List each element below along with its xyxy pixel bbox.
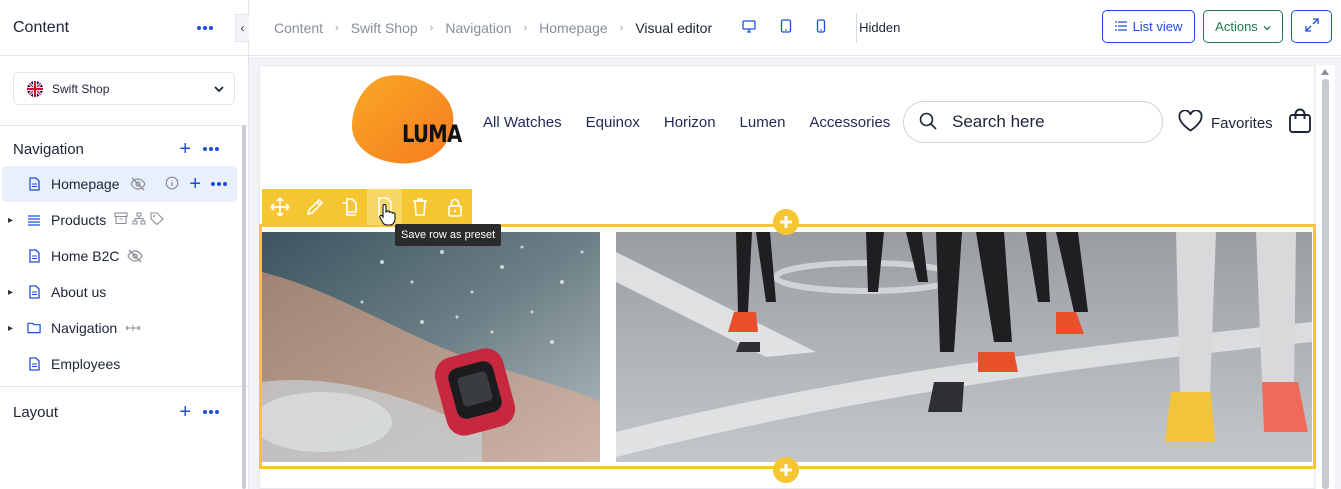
navigation-section-label: Navigation (13, 140, 84, 158)
fullscreen-button[interactable] (1291, 10, 1332, 43)
sidebar-title: Content (13, 18, 70, 36)
breadcrumb-item[interactable]: Homepage (539, 20, 608, 36)
nav-item-products[interactable]: ▸ Products (0, 202, 248, 238)
breadcrumb-current: Visual editor (635, 19, 713, 36)
search-icon (918, 111, 938, 134)
move-icon[interactable] (262, 189, 297, 225)
expand-icon (1304, 18, 1319, 35)
row-toolbar (262, 189, 472, 225)
nav-item-employees[interactable]: Employees (0, 346, 248, 382)
breadcrumb-item[interactable]: Content (274, 20, 323, 36)
heart-icon (1178, 109, 1203, 136)
move-horizontal-icon (125, 323, 141, 333)
tag-icon (150, 212, 165, 228)
desktop-icon[interactable] (742, 19, 756, 36)
layout-section-label: Layout (13, 403, 59, 421)
page-icon (27, 285, 41, 299)
sidebar: Content ‹ Swift Shop Navigation + Homepa… (0, 0, 249, 489)
menu-item-accessories[interactable]: Accessories (809, 114, 890, 131)
content-more-button[interactable] (197, 25, 213, 30)
logo-text: LUMA (402, 120, 462, 148)
sidebar-scrollbar[interactable] (242, 125, 246, 489)
folder-icon (27, 321, 41, 335)
layout-more-button[interactable] (203, 410, 219, 414)
shopping-bag-icon[interactable] (1288, 108, 1312, 137)
actions-label: Actions (1215, 19, 1258, 34)
homepage-more-button[interactable] (211, 182, 227, 186)
tablet-icon[interactable] (780, 19, 792, 36)
nav-item-label: About us (51, 284, 107, 300)
info-icon[interactable] (165, 176, 179, 193)
eye-off-icon (129, 177, 146, 191)
device-switcher (742, 19, 826, 36)
page-icon (27, 357, 41, 371)
mobile-icon[interactable] (816, 19, 826, 36)
nav-item-label: Home B2C (51, 248, 120, 264)
page-icon (27, 177, 41, 191)
nav-item-homepage[interactable]: Homepage + (2, 166, 237, 202)
site-logo[interactable]: LUMA (350, 74, 462, 166)
list-view-label: List view (1132, 19, 1183, 34)
list-view-button[interactable]: List view (1102, 10, 1195, 43)
hand-cursor-icon (378, 203, 396, 230)
topbar: Content › Swift Shop › Navigation › Homepag… (249, 0, 1341, 56)
page-icon (27, 249, 41, 263)
nav-item-label: Navigation (51, 320, 118, 336)
navigation-more-button[interactable] (203, 147, 219, 151)
nav-item-about-us[interactable]: ▸ About us (0, 274, 248, 310)
favorites-link[interactable]: Favorites (1178, 109, 1273, 136)
selected-row-outline[interactable] (259, 224, 1316, 469)
breadcrumb-item[interactable]: Navigation (445, 20, 511, 36)
nav-item-label: Homepage (51, 176, 120, 192)
shop-selector[interactable]: Swift Shop (13, 72, 235, 105)
archive-icon (114, 212, 128, 228)
site-search-input[interactable]: Search here (903, 101, 1163, 143)
visibility-status[interactable]: Hidden (859, 20, 900, 35)
uk-flag-icon (27, 80, 43, 97)
site-menu: All Watches Equinox Horizon Lumen Access… (483, 114, 890, 131)
layout-section-header: Layout + (0, 395, 248, 429)
add-row-above-button[interactable] (773, 209, 799, 235)
eye-off-icon (127, 249, 144, 263)
list-icon (27, 213, 41, 227)
add-layout-button[interactable]: + (179, 402, 191, 422)
trash-icon[interactable] (402, 189, 437, 225)
shop-selector-label: Swift Shop (52, 81, 110, 96)
actions-button[interactable]: Actions (1203, 10, 1283, 43)
favorites-label: Favorites (1211, 114, 1273, 132)
list-icon (1114, 19, 1127, 34)
products-badges (114, 212, 165, 228)
copy-icon[interactable] (332, 189, 367, 225)
add-row-below-button[interactable] (773, 457, 799, 483)
toolbar-tooltip: Save row as preset (395, 224, 502, 246)
nav-item-home-b2c[interactable]: Home B2C (0, 238, 248, 274)
chevron-down-icon (1263, 19, 1271, 34)
chevron-down-icon (214, 85, 224, 92)
lock-icon[interactable] (437, 189, 472, 225)
add-navigation-button[interactable]: + (179, 139, 191, 159)
sitemap-icon (132, 212, 146, 228)
expand-caret-icon[interactable]: ▸ (8, 287, 13, 298)
sidebar-header: Content ‹ (0, 0, 249, 56)
edit-icon[interactable] (297, 189, 332, 225)
search-placeholder: Search here (952, 112, 1045, 131)
menu-item-equinox[interactable]: Equinox (586, 114, 640, 131)
chevron-left-icon[interactable]: ‹ (235, 14, 249, 42)
nav-item-label: Employees (51, 356, 121, 372)
menu-item-horizon[interactable]: Horizon (664, 114, 716, 131)
navigation-section-header: Navigation + (0, 132, 248, 166)
add-child-button[interactable]: + (189, 174, 201, 194)
expand-caret-icon[interactable]: ▸ (8, 215, 13, 226)
menu-item-all-watches[interactable]: All Watches (483, 114, 562, 131)
breadcrumb-item[interactable]: Swift Shop (351, 20, 418, 36)
nav-item-label: Products (51, 212, 107, 228)
menu-item-lumen[interactable]: Lumen (740, 114, 786, 131)
expand-caret-icon[interactable]: ▸ (8, 323, 13, 334)
nav-item-navigation[interactable]: ▸ Navigation (0, 310, 248, 346)
breadcrumb: Content › Swift Shop › Navigation › Homepag… (274, 19, 713, 36)
canvas-scrollbar[interactable] (1316, 65, 1335, 489)
